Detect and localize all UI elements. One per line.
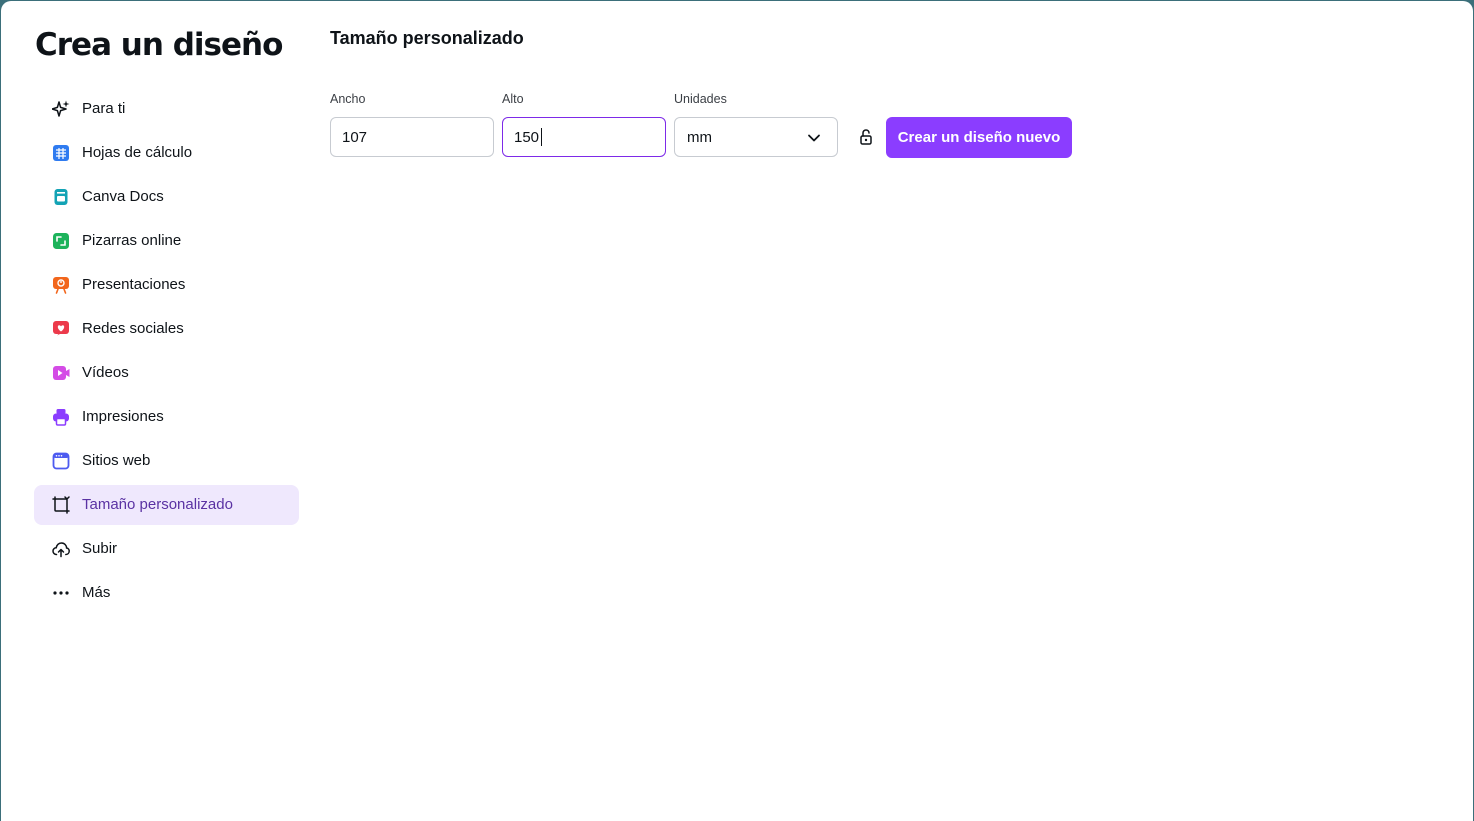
more-icon [52, 584, 70, 602]
sidebar-item-label: Vídeos [82, 364, 129, 381]
height-label: Alto [502, 92, 524, 106]
units-label: Unidades [674, 92, 727, 106]
sidebar-item-tamano-personalizado[interactable]: Tamaño personalizado [34, 485, 299, 525]
create-new-design-button[interactable]: Crear un diseño nuevo [886, 117, 1072, 158]
sidebar-item-para-ti[interactable]: Para ti [34, 89, 299, 129]
unlock-icon[interactable] [858, 128, 874, 146]
text-caret [541, 128, 542, 146]
sidebar-item-label: Hojas de cálculo [82, 144, 193, 161]
height-field[interactable] [502, 117, 666, 157]
chevron-down-icon [807, 131, 821, 145]
sidebar-item-label: Tamaño personalizado [82, 496, 233, 513]
section-title: Tamaño personalizado [330, 28, 524, 48]
sidebar-item-label: Subir [82, 540, 118, 557]
sidebar-item-impresiones[interactable]: Impresiones [34, 397, 299, 437]
heart-icon [52, 320, 70, 338]
doc-icon [52, 188, 70, 206]
spreadsheet-icon [52, 144, 70, 162]
units-selected-value: mm [687, 129, 712, 146]
website-icon [52, 452, 70, 470]
width-input[interactable] [342, 119, 482, 155]
sidebar-item-mas[interactable]: Más [34, 573, 299, 613]
units-select[interactable]: mm [674, 117, 838, 157]
create-design-dialog: Crea un diseño Para ti Hojas de cálculo … [1, 1, 1473, 821]
printer-icon [52, 408, 70, 426]
cloud-upload-icon [52, 540, 70, 558]
width-label: Ancho [330, 92, 366, 106]
video-icon [52, 364, 70, 382]
sparkle-icon [52, 100, 70, 118]
sidebar-item-redes-sociales[interactable]: Redes sociales [34, 309, 299, 349]
sidebar-item-label: Presentaciones [82, 276, 186, 293]
whiteboard-icon [52, 232, 70, 250]
sidebar-item-label: Más [82, 584, 111, 601]
sidebar-item-hojas-de-calculo[interactable]: Hojas de cálculo [34, 133, 299, 173]
height-input[interactable] [514, 119, 654, 155]
presentation-icon [52, 276, 70, 294]
sidebar-item-videos[interactable]: Vídeos [34, 353, 299, 393]
sidebar-item-label: Sitios web [82, 452, 151, 469]
sidebar-item-label: Impresiones [82, 408, 164, 425]
sidebar-item-label: Canva Docs [82, 188, 164, 205]
sidebar-nav: Para ti Hojas de cálculo Canva Docs Piza… [34, 89, 299, 617]
sidebar-item-pizarras-online[interactable]: Pizarras online [34, 221, 299, 261]
sidebar-item-canva-docs[interactable]: Canva Docs [34, 177, 299, 217]
sidebar-item-subir[interactable]: Subir [34, 529, 299, 569]
sidebar-item-label: Pizarras online [82, 232, 182, 249]
sidebar-item-label: Redes sociales [82, 320, 184, 337]
custom-size-icon [52, 496, 70, 514]
width-field[interactable] [330, 117, 494, 157]
sidebar-item-presentaciones[interactable]: Presentaciones [34, 265, 299, 305]
sidebar-item-label: Para ti [82, 100, 126, 117]
dialog-title: Crea un diseño [35, 27, 283, 63]
sidebar-item-sitios-web[interactable]: Sitios web [34, 441, 299, 481]
